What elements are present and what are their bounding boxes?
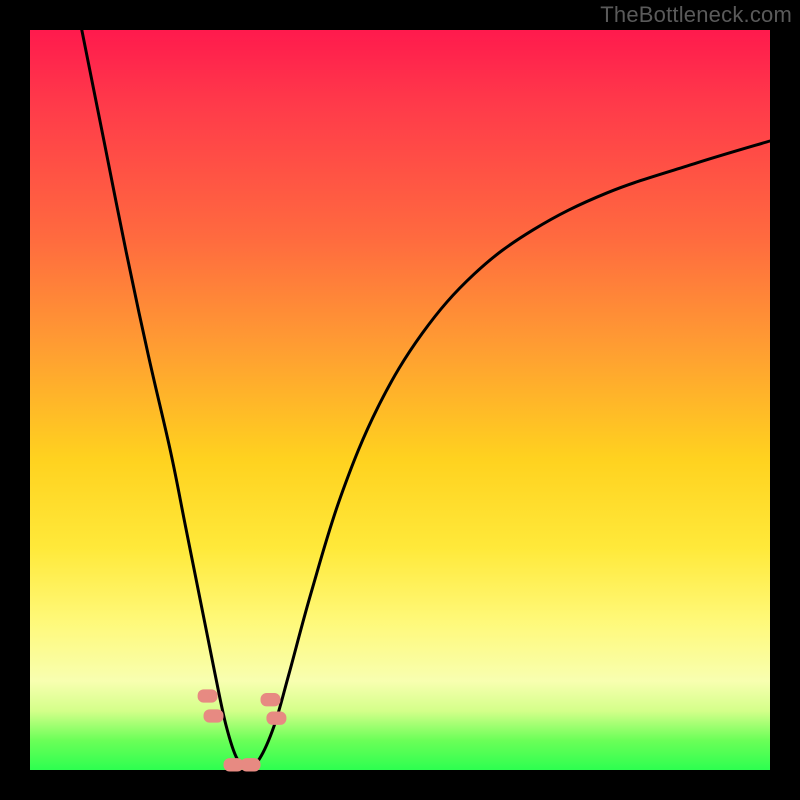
plot-area (30, 30, 770, 770)
curve-svg (30, 30, 770, 770)
curve-marker (266, 712, 286, 725)
curve-marker (241, 758, 261, 771)
curve-marker (224, 758, 244, 771)
bottleneck-curve (82, 30, 770, 766)
chart-frame: TheBottleneck.com (0, 0, 800, 800)
curve-marker (198, 689, 218, 702)
curve-marker (261, 693, 281, 706)
watermark-text: TheBottleneck.com (600, 2, 792, 28)
curve-marker (204, 709, 224, 722)
